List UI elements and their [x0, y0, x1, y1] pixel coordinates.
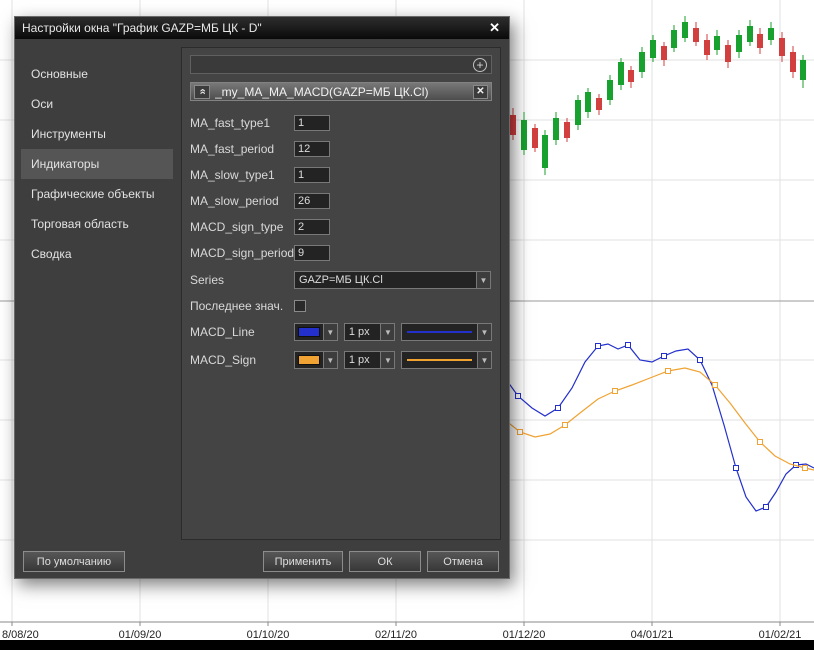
param-row: MA_fast_period [190, 141, 492, 157]
indicator-title: _my_MA_MA_MACD(GAZP=МБ ЦК.Cl) [215, 84, 429, 99]
line-style-preview [407, 359, 473, 361]
collapse-icon[interactable]: « [194, 84, 210, 99]
ma-fast-type1-input[interactable] [294, 115, 330, 131]
macd-sign-color-select[interactable]: ▼ [294, 351, 338, 369]
dialog-title: Настройки окна "График GAZP=МБ ЦК - D" [22, 21, 262, 35]
bottom-black-strip [0, 640, 814, 650]
sidebar-item-axes[interactable]: Оси [21, 89, 173, 119]
last-value-label: Последнее знач. [190, 299, 284, 313]
macd-line-style-select[interactable]: ▼ [401, 323, 493, 341]
color-swatch [298, 355, 320, 365]
macd-sign-style-select[interactable]: ▼ [401, 351, 493, 369]
macd-sign-width-select[interactable]: 1 px ▼ [343, 351, 396, 369]
macd-sign-row: MACD_Sign ▼ 1 px ▼ ▼ [190, 351, 493, 369]
ok-button[interactable]: ОК [349, 551, 421, 572]
remove-indicator-icon[interactable]: ✕ [473, 84, 488, 99]
param-row: MACD_sign_type [190, 219, 492, 235]
chevron-down-icon[interactable]: ▼ [322, 324, 337, 340]
series-label: Series [190, 273, 225, 287]
param-label: MA_slow_period [190, 194, 279, 208]
param-label: MA_slow_type1 [190, 168, 275, 182]
last-value-checkbox[interactable] [294, 300, 306, 312]
chevron-down-icon[interactable]: ▼ [380, 352, 395, 368]
param-label: MA_fast_type1 [190, 116, 271, 130]
last-value-row: Последнее знач. [190, 299, 492, 313]
macd-sign-label: MACD_Sign [190, 353, 257, 367]
sidebar-item-summary[interactable]: Сводка [21, 239, 173, 269]
param-label: MACD_sign_type [190, 220, 284, 234]
sidebar-item-indicators[interactable]: Индикаторы [21, 149, 173, 179]
indicator-panel: + « _my_MA_MA_MACD(GAZP=МБ ЦК.Cl) ✕ MA_f… [181, 47, 501, 540]
param-label: MACD_sign_period [190, 246, 294, 260]
add-indicator-icon[interactable]: + [473, 57, 487, 72]
dialog-titlebar[interactable]: Настройки окна "График GAZP=МБ ЦК - D" ✕ [15, 17, 509, 39]
dialog-button-bar: По умолчанию Применить ОК Отмена [15, 546, 509, 578]
add-indicator-row[interactable]: + [190, 55, 492, 74]
macd-line-label: MACD_Line [190, 325, 255, 339]
indicator-header: « _my_MA_MA_MACD(GAZP=МБ ЦК.Cl) ✕ [190, 82, 492, 101]
macd-sign-period-input[interactable] [294, 245, 330, 261]
color-swatch [298, 327, 320, 337]
sidebar-item-instruments[interactable]: Инструменты [21, 119, 173, 149]
settings-dialog: Настройки окна "График GAZP=МБ ЦК - D" ✕… [14, 16, 510, 579]
macd-line-width-select[interactable]: 1 px ▼ [343, 323, 396, 341]
series-row: Series GAZP=МБ ЦК.Cl ▼ [190, 271, 492, 289]
param-row: MACD_sign_period [190, 245, 492, 261]
sidebar: Основные Оси Инструменты Индикаторы Граф… [21, 47, 173, 540]
param-row: MA_slow_type1 [190, 167, 492, 183]
series-select[interactable]: GAZP=МБ ЦК.Cl ▼ [294, 271, 491, 289]
ma-slow-period-input[interactable] [294, 193, 330, 209]
macd-sign-type-input[interactable] [294, 219, 330, 235]
line-style-preview [407, 331, 473, 333]
ma-fast-period-input[interactable] [294, 141, 330, 157]
chevron-down-icon[interactable]: ▼ [322, 352, 337, 368]
close-icon[interactable]: ✕ [487, 20, 502, 36]
sidebar-item-general[interactable]: Основные [21, 59, 173, 89]
line-width-value: 1 px [348, 354, 370, 366]
series-value: GAZP=МБ ЦК.Cl [299, 274, 383, 286]
sidebar-item-trading-area[interactable]: Торговая область [21, 209, 173, 239]
param-row: MA_fast_type1 [190, 115, 492, 131]
ma-slow-type1-input[interactable] [294, 167, 330, 183]
chevron-down-icon[interactable]: ▼ [380, 324, 395, 340]
chevron-down-icon[interactable]: ▼ [476, 272, 490, 288]
chevron-up-icon: « [196, 88, 209, 95]
param-row: MA_slow_period [190, 193, 492, 209]
chevron-down-icon[interactable]: ▼ [477, 324, 492, 340]
cancel-button[interactable]: Отмена [427, 551, 499, 572]
chevron-down-icon[interactable]: ▼ [477, 352, 492, 368]
default-button[interactable]: По умолчанию [23, 551, 125, 572]
apply-button[interactable]: Применить [263, 551, 343, 572]
macd-line-row: MACD_Line ▼ 1 px ▼ ▼ [190, 323, 493, 341]
macd-line-color-select[interactable]: ▼ [294, 323, 338, 341]
sidebar-item-graphic-objects[interactable]: Графические объекты [21, 179, 173, 209]
line-width-value: 1 px [348, 326, 370, 338]
param-label: MA_fast_period [190, 142, 275, 156]
